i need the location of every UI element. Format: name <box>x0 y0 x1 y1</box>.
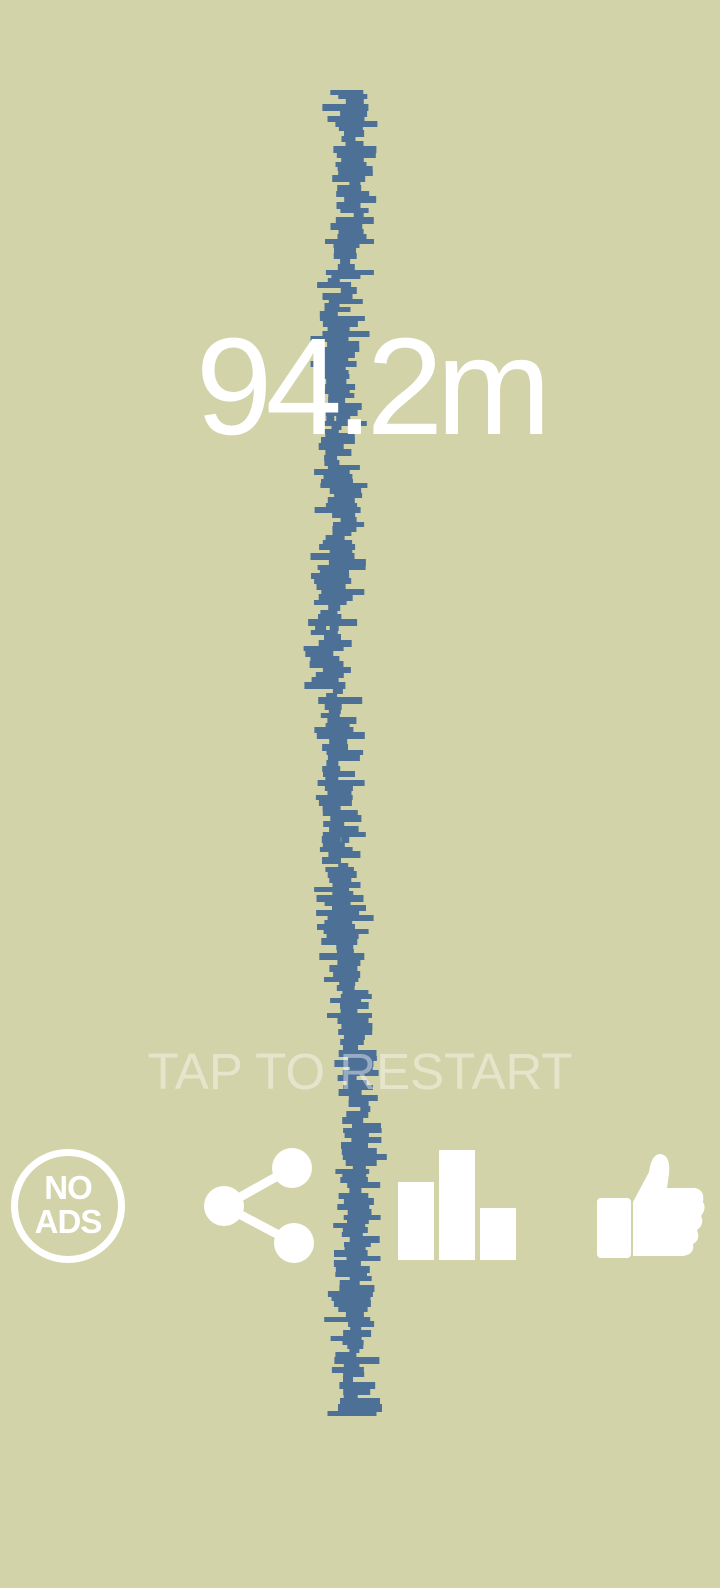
tower-block <box>329 965 358 972</box>
tower-block <box>333 971 352 978</box>
tower-block <box>334 553 353 560</box>
tower-block <box>318 594 353 601</box>
tower-block <box>333 146 377 153</box>
tower-block <box>339 1382 361 1389</box>
tower-block <box>343 1376 353 1383</box>
tower-block <box>341 1023 373 1030</box>
tower-block <box>335 1266 370 1273</box>
tower-block <box>339 1017 357 1024</box>
tower-block <box>341 836 350 843</box>
tower-block <box>328 604 341 611</box>
tower-block <box>351 1198 361 1205</box>
tower-block <box>356 1250 368 1257</box>
tower-block <box>324 703 342 710</box>
tower-block <box>340 287 357 294</box>
leaderboard-bar-chart-icon <box>398 1150 516 1260</box>
no-ads-label-line2: ADS <box>34 1203 103 1240</box>
no-ads-label-line1: NO <box>44 1169 93 1206</box>
tower-block <box>305 650 334 657</box>
tower-block <box>322 293 353 300</box>
no-ads-button[interactable]: NO ADS <box>11 1149 125 1263</box>
tower-block <box>321 836 341 843</box>
tower-block <box>348 1100 369 1107</box>
score-distance: 94.2m <box>195 310 552 464</box>
tower-block <box>347 1311 358 1318</box>
tower-block <box>318 799 352 806</box>
tower-block <box>324 634 341 641</box>
tower-block <box>333 1260 361 1267</box>
tower-block <box>322 857 341 864</box>
thumbs-up-icon <box>597 1154 705 1258</box>
tower-block <box>341 110 362 117</box>
tower-block <box>338 938 358 945</box>
tower-block <box>345 1388 360 1395</box>
tower-block <box>332 497 352 504</box>
tower-block <box>322 661 344 668</box>
tower-block <box>349 1187 362 1194</box>
tower-block <box>329 826 345 833</box>
tower-block <box>337 953 356 960</box>
tower-block <box>351 1148 362 1155</box>
tower-block <box>308 619 358 626</box>
share-button[interactable] <box>204 1146 320 1266</box>
tower-block <box>320 697 338 704</box>
tower-block <box>340 1002 348 1009</box>
tower-block <box>350 185 362 192</box>
tower-block <box>332 175 366 182</box>
tower-block <box>335 217 357 224</box>
tower-block <box>326 732 344 739</box>
tower-block <box>338 959 349 966</box>
tower-block <box>345 98 354 105</box>
tower-block <box>340 258 351 265</box>
tower-block <box>328 559 366 566</box>
no-ads-label: NO ADS <box>11 1171 125 1239</box>
rate-button[interactable] <box>597 1152 707 1260</box>
tower-block <box>326 760 339 767</box>
tower-block <box>347 1209 364 1216</box>
tower-block <box>330 815 341 822</box>
tower-block <box>337 264 355 271</box>
tower-block <box>329 738 348 745</box>
tower-block <box>349 1236 380 1243</box>
share-icon <box>204 1148 314 1263</box>
tower-block <box>327 754 360 761</box>
tower-block <box>333 744 348 751</box>
tower-block <box>344 196 377 203</box>
tower-block <box>318 640 352 647</box>
tower-block <box>327 717 357 724</box>
stacked-block-tower <box>303 90 387 1416</box>
tower-block <box>342 1117 364 1124</box>
tower-block <box>343 1330 372 1337</box>
tower-block <box>342 223 363 230</box>
tower-block <box>347 1159 364 1166</box>
leaderboard-button[interactable] <box>398 1150 516 1260</box>
tower-block <box>330 583 346 590</box>
tower-block <box>341 1142 368 1149</box>
tower-block <box>327 871 357 878</box>
tower-block <box>322 104 369 111</box>
tower-block <box>329 487 347 494</box>
tap-to-restart-prompt[interactable]: TAP TO RESTART <box>0 1046 720 1097</box>
tower-block <box>344 130 365 137</box>
tower-block <box>336 202 361 209</box>
tower-block <box>345 1285 362 1292</box>
tower-block <box>346 1111 369 1118</box>
tower-base-block <box>338 1404 382 1412</box>
tower-block <box>330 851 344 858</box>
tower-block <box>334 1357 380 1364</box>
tower-block <box>333 1300 371 1307</box>
tower-block <box>316 895 364 902</box>
tower-block <box>334 247 356 254</box>
tower-block <box>304 682 346 689</box>
